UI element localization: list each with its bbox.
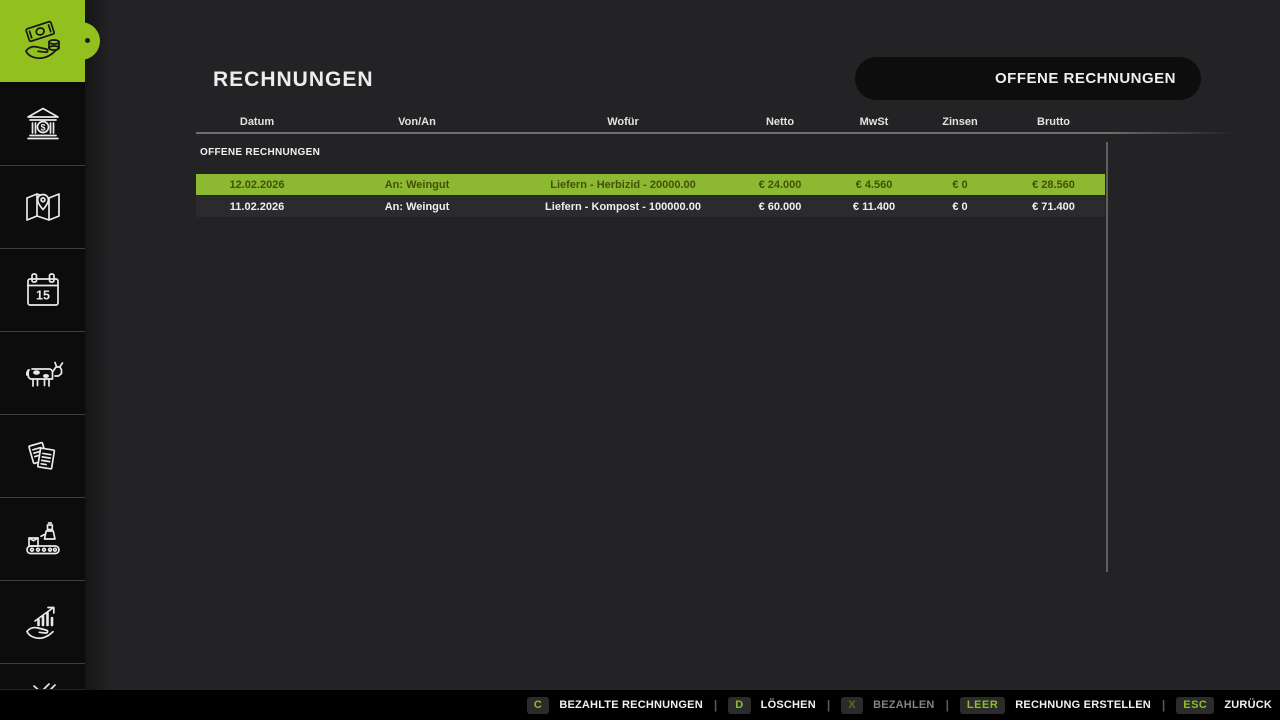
shortcut-separator: | bbox=[1162, 698, 1165, 712]
cell-netto: € 24.000 bbox=[730, 179, 830, 191]
shortcut-loeschen[interactable]: D LÖSCHEN bbox=[728, 697, 816, 714]
key-badge-c: C bbox=[527, 697, 549, 714]
cell-mwst: € 4.560 bbox=[830, 179, 918, 191]
sidebar-item-animals[interactable] bbox=[0, 332, 85, 415]
invoice-row[interactable]: 11.02.2026 An: Weingut Liefern - Kompost… bbox=[196, 196, 1105, 217]
statistics-icon bbox=[19, 598, 67, 646]
column-header-wofuer: Wofür bbox=[516, 116, 730, 128]
cow-icon bbox=[19, 349, 67, 397]
cell-netto: € 60.000 bbox=[730, 201, 830, 213]
calendar-icon: 15 bbox=[19, 266, 67, 314]
shortcut-label: BEZAHLTE RECHNUNGEN bbox=[559, 699, 703, 711]
page-title: RECHNUNGEN bbox=[213, 68, 374, 92]
column-header-datum: Datum bbox=[196, 116, 318, 128]
column-header-brutto: Brutto bbox=[1002, 116, 1105, 128]
sidebar-item-map[interactable] bbox=[0, 166, 85, 249]
column-header-netto: Netto bbox=[730, 116, 830, 128]
shortcut-bezahlte-rechnungen[interactable]: C BEZAHLTE RECHNUNGEN bbox=[527, 697, 703, 714]
cell-brutto: € 71.400 bbox=[1002, 201, 1105, 213]
sidebar-item-bank[interactable]: $ bbox=[0, 83, 85, 166]
calendar-day: 15 bbox=[36, 289, 50, 303]
shortcut-rechnung-erstellen[interactable]: LEER RECHNUNG ERSTELLEN bbox=[960, 697, 1151, 714]
shortcut-label: RECHNUNG ERSTELLEN bbox=[1015, 699, 1151, 711]
documents-icon bbox=[19, 432, 67, 480]
key-badge-x: X bbox=[841, 697, 863, 714]
shortcut-bar: C BEZAHLTE RECHNUNGEN | D LÖSCHEN | X BE… bbox=[0, 690, 1280, 720]
open-invoices-filter-button[interactable]: OFFENE RECHNUNGEN bbox=[855, 57, 1201, 100]
section-label: OFFENE RECHNUNGEN bbox=[200, 147, 320, 158]
invoice-row-selected[interactable]: 12.02.2026 An: Weingut Liefern - Herbizi… bbox=[196, 174, 1105, 195]
shortcut-separator: | bbox=[946, 698, 949, 712]
key-badge-leer: LEER bbox=[960, 697, 1005, 714]
map-icon bbox=[19, 183, 67, 231]
sidebar-item-statistics[interactable] bbox=[0, 581, 85, 664]
cell-zinsen: € 0 bbox=[918, 179, 1002, 191]
column-header-von-an: Von/An bbox=[318, 116, 516, 128]
svg-text:$: $ bbox=[40, 123, 45, 133]
shortcut-separator: | bbox=[714, 698, 717, 712]
cell-von-an: An: Weingut bbox=[318, 201, 516, 213]
sidebar-item-finances[interactable] bbox=[0, 0, 85, 83]
cell-zinsen: € 0 bbox=[918, 201, 1002, 213]
sidebar-item-calendar[interactable]: 15 bbox=[0, 249, 85, 332]
sidebar-item-contracts[interactable] bbox=[0, 415, 85, 498]
cell-wofuer: Liefern - Herbizid - 20000.00 bbox=[516, 179, 730, 191]
cell-datum: 11.02.2026 bbox=[196, 201, 318, 213]
shortcut-separator: | bbox=[827, 698, 830, 712]
sidebar-item-tools[interactable] bbox=[0, 664, 85, 689]
invoices-panel: RECHNUNGEN OFFENE RECHNUNGEN Datum Von/A… bbox=[85, 0, 1280, 690]
sidebar: $ 15 bbox=[0, 0, 85, 690]
shortcut-label: BEZAHLEN bbox=[873, 699, 935, 711]
active-tab-dot bbox=[85, 38, 90, 43]
active-tab-bump bbox=[62, 22, 100, 60]
column-header-zinsen: Zinsen bbox=[918, 116, 1002, 128]
key-badge-d: D bbox=[728, 697, 750, 714]
invoice-list: 12.02.2026 An: Weingut Liefern - Herbizi… bbox=[196, 174, 1105, 218]
cell-brutto: € 28.560 bbox=[1002, 179, 1105, 191]
scrollbar[interactable] bbox=[1106, 142, 1108, 572]
header-divider bbox=[196, 132, 1233, 134]
shortcut-label: ZURÜCK bbox=[1224, 699, 1272, 711]
cell-mwst: € 11.400 bbox=[830, 201, 918, 213]
cell-von-an: An: Weingut bbox=[318, 179, 516, 191]
production-line-icon bbox=[19, 515, 67, 563]
cell-datum: 12.02.2026 bbox=[196, 179, 318, 191]
wrench-icon bbox=[19, 664, 67, 689]
column-header-mwst: MwSt bbox=[830, 116, 918, 128]
shortcut-zurueck[interactable]: ESC ZURÜCK bbox=[1176, 697, 1272, 714]
shortcut-bezahlen[interactable]: X BEZAHLEN bbox=[841, 697, 934, 714]
sidebar-item-production[interactable] bbox=[0, 498, 85, 581]
table-header-row: Datum Von/An Wofür Netto MwSt Zinsen Bru… bbox=[196, 116, 1105, 128]
money-hand-icon bbox=[19, 17, 67, 65]
shortcut-label: LÖSCHEN bbox=[761, 699, 816, 711]
bank-icon: $ bbox=[19, 100, 67, 148]
cell-wofuer: Liefern - Kompost - 100000.00 bbox=[516, 201, 730, 213]
key-badge-esc: ESC bbox=[1176, 697, 1214, 714]
